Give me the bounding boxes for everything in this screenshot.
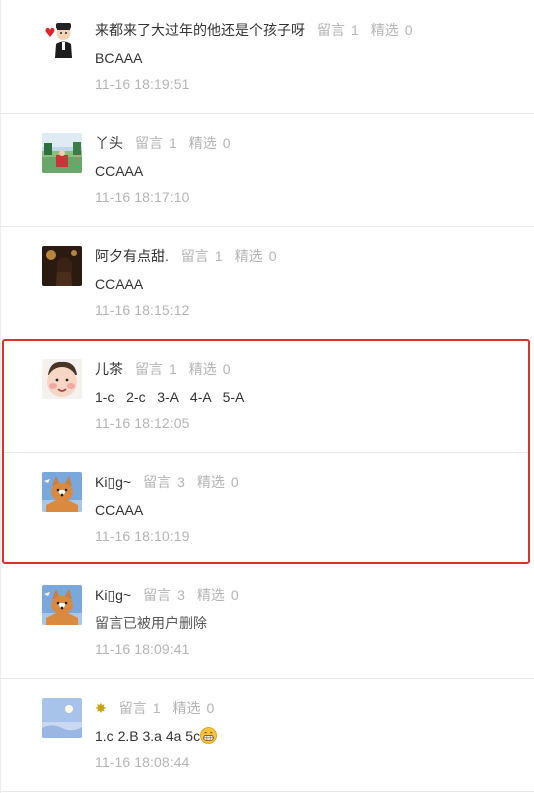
grinning-face-icon (200, 727, 217, 744)
comment-timestamp: 11-16 18:08:44 (95, 754, 190, 770)
featured-count: 精选 0 (234, 248, 277, 264)
reply-count: 留言 1 (135, 135, 177, 151)
divider (0, 791, 534, 792)
comment-meta: 来都来了大过年的他还是个孩子呀 留言 1 精选 0 (95, 21, 413, 39)
comment-nickname[interactable]: 儿茶 (95, 361, 123, 377)
comment-timestamp: 11-16 18:15:12 (95, 302, 190, 318)
landscape-photo-avatar (42, 133, 82, 173)
avatar[interactable] (42, 246, 82, 286)
baby-face-avatar (42, 359, 82, 399)
featured-count: 精选 0 (370, 22, 413, 38)
comment-timestamp: 11-16 18:09:41 (95, 641, 190, 657)
comment-item: 阿夕有点甜. 留言 1 精选 0 CCAAA 11-16 18:15:12 (0, 226, 534, 339)
comment-timestamp: 11-16 18:17:10 (95, 189, 190, 205)
featured-count: 精选 0 (196, 474, 239, 490)
comment-content: 1.c 2.B 3.a 4a 5c (95, 726, 217, 746)
sky-moon-avatar (42, 698, 82, 738)
comment-timestamp: 11-16 18:12:05 (95, 415, 190, 431)
avatar[interactable] (42, 133, 82, 173)
comment-content: 1-c 2-c 3-A 4-A 5-A (95, 389, 245, 405)
featured-count: 精选 0 (196, 587, 239, 603)
avatar[interactable] (42, 18, 82, 58)
comment-meta: K⁠i⁠▯⁠g⁠~ 留言 3 精选 0 (95, 473, 239, 491)
comment-nickname[interactable]: 阿夕有点甜. (95, 248, 169, 264)
comment-content: CCAAA (95, 276, 144, 292)
comment-item: K⁠i⁠▯⁠g⁠~ 留言 3 精选 0 留言已被用户删除 11-16 18:09:41 (0, 565, 534, 679)
cartoon-boy-heart-avatar (42, 18, 82, 58)
comment-item: K⁠i⁠▯⁠g⁠~ 留言 3 精选 0 CCAAA 11-16 18:10:19 (0, 452, 534, 565)
comment-meta: 儿茶 留言 1 精选 0 (95, 360, 231, 378)
corgi-dog-avatar (42, 472, 82, 512)
corgi-dog-avatar (42, 585, 82, 625)
reply-count: 留言 1 (317, 22, 359, 38)
featured-count: 精选 0 (188, 135, 231, 151)
reply-count: 留言 1 (135, 361, 177, 377)
comment-item: 儿茶 留言 1 精选 0 1-c 2-c 3-A 4-A 5-A 11-16 18:12… (0, 339, 534, 453)
comment-text: 1.c 2.B 3.a 4a 5c (95, 728, 201, 744)
reply-count: 留言 1 (180, 248, 223, 264)
comment-meta: 丫头 留言 1 精选 0 (95, 134, 231, 152)
comment-content: 留言已被用户删除 (95, 615, 207, 631)
comment-nickname[interactable]: K⁠i⁠▯⁠g⁠~ (95, 587, 131, 603)
comment-content: BCAAA (95, 50, 143, 66)
comment-item: 丫头 留言 1 精选 0 CCAAA 11-16 18:17:10 (0, 113, 534, 227)
avatar[interactable] (42, 472, 82, 512)
comment-nickname[interactable]: 来都来了大过年的他还是个孩子呀 (95, 22, 305, 38)
comment-meta: ✸ 留言 1 精选 0 (95, 699, 214, 717)
reply-count: 留言 3 (143, 474, 185, 490)
comment-list: 来都来了大过年的他还是个孩子呀 留言 1 精选 0 BCAAA 11-16 18:19:… (0, 0, 534, 793)
comment-item: ✸ 留言 1 精选 0 1.c 2.B 3.a 4a 5c 11-16 18:08:44 (0, 678, 534, 792)
dark-portrait-avatar (42, 246, 82, 286)
featured-count: 精选 0 (188, 361, 231, 377)
reply-count: 留言 3 (143, 587, 185, 603)
comment-timestamp: 11-16 18:19:51 (95, 76, 190, 92)
reply-count: 留言 1 (118, 700, 161, 716)
comment-timestamp: 11-16 18:10:19 (95, 528, 190, 544)
avatar[interactable] (42, 585, 82, 625)
featured-count: 精选 0 (172, 700, 215, 716)
avatar[interactable] (42, 359, 82, 399)
comment-content: CCAAA (95, 163, 144, 179)
comment-item: 来都来了大过年的他还是个孩子呀 留言 1 精选 0 BCAAA 11-16 18:19:… (0, 0, 534, 114)
comment-nickname[interactable]: 丫头 (95, 135, 123, 151)
comment-nickname[interactable]: ✸ (95, 700, 107, 716)
comment-meta: K⁠i⁠▯⁠g⁠~ 留言 3 精选 0 (95, 586, 239, 604)
comment-nickname[interactable]: K⁠i⁠▯⁠g⁠~ (95, 474, 131, 490)
comment-meta: 阿夕有点甜. 留言 1 精选 0 (95, 247, 276, 265)
avatar[interactable] (42, 698, 82, 738)
comment-content: CCAAA (95, 502, 144, 518)
